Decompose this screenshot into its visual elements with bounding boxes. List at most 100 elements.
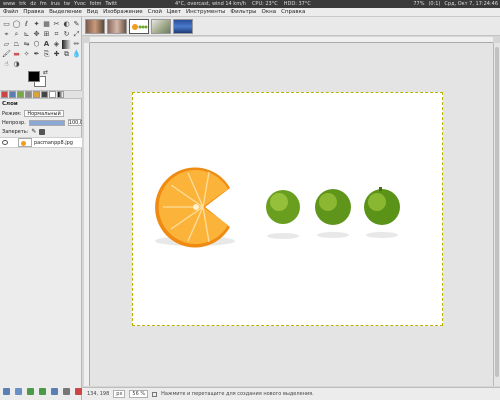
new-group-icon[interactable] (15, 388, 22, 395)
clone-icon[interactable]: ⎘ (42, 50, 51, 59)
rotate-icon[interactable]: ↻ (62, 30, 71, 39)
image-tab-1[interactable] (85, 18, 105, 34)
color-swatches: ⇄ (28, 69, 50, 89)
menu-image[interactable]: Изображение (103, 9, 143, 15)
cpu-text: CPU: 23°C (251, 1, 278, 7)
measure-icon[interactable]: ⊾ (22, 30, 31, 39)
blur-icon[interactable]: 💧 (72, 50, 81, 59)
pacman-thumb-icon (132, 23, 148, 30)
image-tab-4[interactable] (151, 18, 171, 34)
mode-select[interactable]: Нормальный (24, 110, 65, 117)
paths-tab-icon[interactable] (25, 91, 32, 98)
foreground-color-swatch[interactable] (28, 71, 40, 82)
paths-icon[interactable]: ✎ (72, 20, 81, 29)
vertical-ruler[interactable] (84, 43, 90, 386)
channels-tab-icon[interactable] (17, 91, 24, 98)
menu-colors[interactable]: Цвет (167, 9, 181, 15)
layer-name[interactable]: pacmanpp8.jpg (34, 140, 73, 146)
ink-icon[interactable]: ✒ (32, 50, 41, 59)
unit-select[interactable]: px (113, 390, 126, 398)
gradients-tab-icon[interactable] (57, 91, 64, 98)
panel-item[interactable]: tw (64, 1, 70, 7)
bucket-fill-icon[interactable]: ◈ (52, 40, 61, 49)
image-tab-3[interactable] (129, 18, 149, 34)
swap-colors-icon[interactable]: ⇄ (43, 69, 48, 76)
paintbrush-icon[interactable]: 🖌 (2, 50, 11, 59)
menu-view[interactable]: Вид (87, 9, 98, 15)
rect-select-icon[interactable]: ▭ (2, 20, 11, 29)
zoom-select[interactable]: 56 % (129, 390, 149, 398)
airbrush-icon[interactable]: ✧ (22, 50, 31, 59)
opacity-slider[interactable] (28, 119, 65, 126)
menu-select[interactable]: Выделение (49, 9, 82, 15)
panel-item[interactable]: Twitt (105, 1, 117, 7)
eraser-icon[interactable]: ▬ (12, 50, 21, 59)
patterns-tab-icon[interactable] (49, 91, 56, 98)
move-icon[interactable]: ✥ (32, 30, 41, 39)
zoom-icon[interactable]: ⌕ (12, 30, 21, 39)
scissors-icon[interactable]: ✂ (52, 20, 61, 29)
panel-item[interactable]: dz (30, 1, 36, 7)
image-canvas[interactable] (132, 92, 443, 326)
opacity-input[interactable]: 100,0 (67, 119, 83, 126)
layer-item[interactable]: pacmanpp8.jpg (0, 137, 82, 148)
ellipse-select-icon[interactable]: ◯ (12, 20, 21, 29)
brushes-tab-icon[interactable] (41, 91, 48, 98)
duplicate-layer-icon[interactable] (51, 388, 58, 395)
color-picker-icon[interactable]: ⌖ (2, 30, 11, 39)
horizontal-ruler[interactable] (90, 37, 493, 43)
menu-windows[interactable]: Окна (262, 9, 277, 15)
text-icon[interactable]: A (42, 40, 51, 49)
panel-item[interactable]: fm (40, 1, 47, 7)
panel-tray: 77% (0:1) Срд, Окт 7, 17:24:46 (413, 1, 498, 7)
clock[interactable]: Срд, Окт 7, 17:24:46 (444, 1, 498, 7)
lock-pixels-icon[interactable]: ✎ (31, 128, 36, 135)
scrollbar-thumb[interactable] (495, 47, 499, 377)
anchor-layer-icon[interactable] (63, 388, 70, 395)
vertical-scrollbar[interactable] (493, 43, 500, 386)
dodge-burn-icon[interactable]: ◑ (12, 60, 21, 69)
lower-layer-icon[interactable] (39, 388, 46, 395)
cage-icon[interactable]: ⬡ (32, 40, 41, 49)
panel-item[interactable]: irus (51, 1, 60, 7)
menu-layer[interactable]: Слой (148, 9, 162, 15)
crop-icon[interactable]: ⌗ (52, 30, 61, 39)
visibility-eye-icon[interactable] (2, 140, 8, 145)
panel-item[interactable]: www (3, 1, 15, 7)
perspective-icon[interactable]: ⏢ (12, 40, 21, 49)
fg-select-icon[interactable]: ◐ (62, 20, 71, 29)
flip-icon[interactable]: ⇋ (22, 40, 31, 49)
tool-options-tab-icon[interactable] (1, 91, 8, 98)
panel-item[interactable]: fotm (90, 1, 102, 7)
indicator-text: (0:1) (428, 1, 441, 7)
opacity-label: Непрозр. (2, 119, 26, 126)
mode-row: Режим: Нормальный (2, 110, 65, 117)
scale-icon[interactable]: ⤢ (72, 30, 81, 39)
fuzzy-select-icon[interactable]: ✦ (32, 20, 41, 29)
raise-layer-icon[interactable] (27, 388, 34, 395)
menu-edit[interactable]: Правка (23, 9, 44, 15)
perspective-clone-icon[interactable]: ⧉ (62, 50, 71, 59)
shear-icon[interactable]: ▱ (2, 40, 11, 49)
blend-icon[interactable] (62, 40, 71, 49)
menu-file[interactable]: Файл (3, 9, 18, 15)
menu-filters[interactable]: Фильтры (230, 9, 256, 15)
panel-item[interactable]: Yvoc (74, 1, 86, 7)
new-layer-icon[interactable] (3, 388, 10, 395)
status-bar: 134, 198 px 56 % Нажмите и перетащите дл… (82, 387, 500, 400)
image-tab-5[interactable] (173, 18, 193, 34)
delete-layer-icon[interactable] (75, 388, 82, 395)
heal-icon[interactable]: ✚ (52, 50, 61, 59)
pencil-icon[interactable]: ✏ (72, 40, 81, 49)
smudge-icon[interactable]: ☝ (2, 60, 11, 69)
undo-tab-icon[interactable] (33, 91, 40, 98)
color-select-icon[interactable]: ▦ (42, 20, 51, 29)
lock-alpha-icon[interactable] (39, 128, 46, 135)
image-tab-2[interactable] (107, 18, 127, 34)
menu-help[interactable]: Справка (281, 9, 305, 15)
layers-tab-icon[interactable] (9, 91, 16, 98)
panel-item[interactable]: trk (19, 1, 26, 7)
menu-tools[interactable]: Инструменты (186, 9, 225, 15)
align-icon[interactable]: ⊞ (42, 30, 51, 39)
lasso-icon[interactable]: ℓ (22, 20, 31, 29)
